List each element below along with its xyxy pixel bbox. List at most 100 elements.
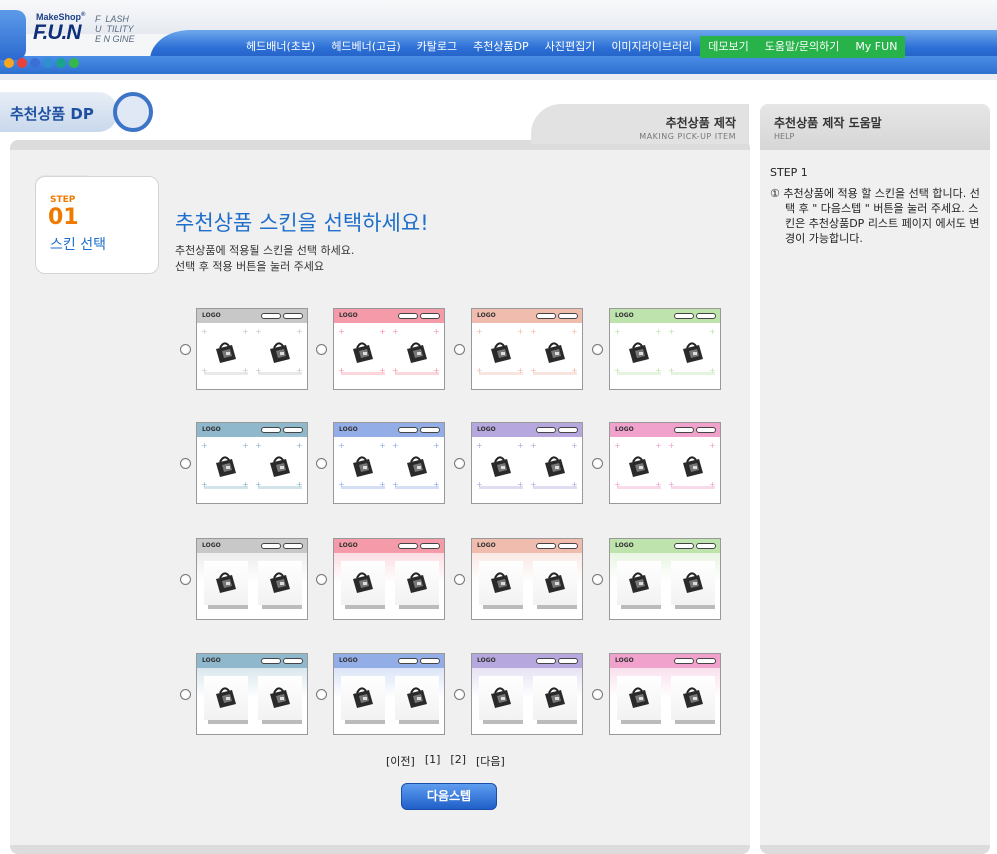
header-underline <box>0 74 997 80</box>
nav-item-3[interactable]: 추천상품DP <box>465 36 537 58</box>
skin-corner-mark: + <box>433 327 440 336</box>
pager-page-2-link[interactable]: [2] <box>450 753 466 769</box>
help-panel-bottom <box>760 845 990 854</box>
skin-product-card <box>479 676 523 720</box>
skin-logo-text: LOGO <box>202 542 221 549</box>
skin-mini-button <box>283 543 303 549</box>
skin-thumbnail-2[interactable]: LOGO + + + + + + + + <box>333 308 445 390</box>
skin-corner-mark: + <box>655 366 662 375</box>
nav-item-1[interactable]: 헤드베너(고급) <box>323 36 408 58</box>
skin-radio-11[interactable] <box>454 574 465 585</box>
skin-corner-mark: + <box>392 366 399 375</box>
skin-product-card <box>341 676 385 720</box>
skin-thumbnail-6[interactable]: LOGO + + + + + + + + <box>333 422 445 504</box>
skin-radio-1[interactable] <box>180 344 191 355</box>
bag-product-icon <box>266 571 294 595</box>
skin-thumbnail-11[interactable]: LOGO <box>471 538 583 620</box>
skin-corner-mark: + <box>476 480 483 489</box>
bag-product-icon <box>679 455 707 479</box>
skin-thumbnail-4[interactable]: LOGO + + + + + + + + <box>609 308 721 390</box>
nav-item-5[interactable]: 이미지라이브러리 <box>603 36 700 58</box>
skin-body: + + + + + + + + <box>334 323 444 389</box>
help-subtitle: HELP <box>774 132 795 141</box>
skin-mini-button <box>261 543 281 549</box>
skin-product-card <box>479 561 523 605</box>
skin-thumbnail-5[interactable]: LOGO + + + + + + + + <box>196 422 308 504</box>
skin-body <box>610 553 720 619</box>
skin-thumbnail-9[interactable]: LOGO <box>196 538 308 620</box>
skin-body: + + + + + + + + <box>334 437 444 503</box>
skin-thumbnail-14[interactable]: LOGO <box>333 653 445 735</box>
nav-item-4[interactable]: 사진편집기 <box>537 36 604 58</box>
nav-item-0[interactable]: 헤드배너(초보) <box>238 36 323 58</box>
pager-next-link[interactable]: [다음] <box>476 753 505 769</box>
skin-product-card <box>258 561 302 605</box>
bag-product-icon <box>403 341 431 365</box>
skin-thumbnail-10[interactable]: LOGO <box>333 538 445 620</box>
skin-logo-text: LOGO <box>202 312 221 319</box>
skin-corner-mark: + <box>201 366 208 375</box>
next-step-button[interactable]: 다음스텝 <box>401 783 497 810</box>
skin-mini-button <box>420 313 440 319</box>
skin-radio-7[interactable] <box>454 458 465 469</box>
skin-radio-14[interactable] <box>316 689 327 700</box>
skin-thumbnail-8[interactable]: LOGO + + + + + + + + <box>609 422 721 504</box>
nav-item-8[interactable]: My FUN <box>847 36 906 58</box>
skin-radio-10[interactable] <box>316 574 327 585</box>
skin-radio-2[interactable] <box>316 344 327 355</box>
skin-thumbnail-16[interactable]: LOGO <box>609 653 721 735</box>
skin-thumbnail-15[interactable]: LOGO <box>471 653 583 735</box>
nav-item-6[interactable]: 데모보기 <box>700 36 757 58</box>
nav-item-2[interactable]: 카탈로그 <box>409 36 465 58</box>
skin-corner-mark: + <box>614 480 621 489</box>
page-title-circle-icon <box>113 92 153 132</box>
pager-page-1-link[interactable]: [1] <box>425 753 441 769</box>
bag-product-icon <box>487 686 515 710</box>
skin-product-card <box>204 561 248 605</box>
skin-corner-mark: + <box>530 366 537 375</box>
skin-thumbnail-7[interactable]: LOGO + + + + + + + + <box>471 422 583 504</box>
skin-radio-13[interactable] <box>180 689 191 700</box>
skin-mini-button <box>558 543 578 549</box>
skin-corner-mark: + <box>530 441 537 450</box>
skin-corner-mark: + <box>338 480 345 489</box>
bag-product-icon <box>625 686 653 710</box>
fun-logo-expansion: F LASH U TILITY E N GINE <box>95 14 135 44</box>
skin-mini-button <box>536 427 556 433</box>
skin-corner-mark: + <box>517 366 524 375</box>
fun-logo[interactable]: MakeShop® F.U.N F LASH U TILITY E N GINE <box>33 12 163 48</box>
skin-mini-button <box>420 427 440 433</box>
skin-product-card: + + + + <box>255 328 303 375</box>
skin-mini-button <box>558 658 578 664</box>
skin-thumbnail-12[interactable]: LOGO <box>609 538 721 620</box>
skin-radio-5[interactable] <box>180 458 191 469</box>
skin-corner-mark: + <box>296 441 303 450</box>
skin-product-card: + + + + <box>476 327 524 375</box>
skin-radio-12[interactable] <box>592 574 603 585</box>
skin-thumbnail-13[interactable]: LOGO <box>196 653 308 735</box>
pager-prev-link[interactable]: [이전] <box>386 753 415 769</box>
skin-radio-6[interactable] <box>316 458 327 469</box>
skin-mini-button <box>536 543 556 549</box>
skin-radio-4[interactable] <box>592 344 603 355</box>
skin-radio-9[interactable] <box>180 574 191 585</box>
page-title-badge: 추천상품 DP <box>0 92 118 132</box>
skin-thumbnail-1[interactable]: LOGO + + + + + + + + <box>196 308 308 390</box>
skin-thumbnail-3[interactable]: LOGO + + + + + + + + <box>471 308 583 390</box>
headline: 추천상품 스킨을 선택하세요! <box>175 211 429 235</box>
help-step-label: STEP 1 <box>770 166 808 179</box>
skin-corner-mark: + <box>476 327 483 336</box>
nav-item-7[interactable]: 도움말/문의하기 <box>756 36 848 58</box>
skin-corner-mark: + <box>530 327 537 336</box>
skin-product-card <box>395 561 439 605</box>
skin-corner-mark: + <box>655 441 662 450</box>
skin-corner-mark: + <box>655 480 662 489</box>
skin-radio-15[interactable] <box>454 689 465 700</box>
skin-radio-8[interactable] <box>592 458 603 469</box>
skin-logo-text: LOGO <box>615 542 634 549</box>
skin-radio-3[interactable] <box>454 344 465 355</box>
skin-corner-mark: + <box>668 441 675 450</box>
skin-radio-16[interactable] <box>592 689 603 700</box>
header-left-accent <box>0 10 26 60</box>
skin-corner-mark: + <box>255 366 262 375</box>
